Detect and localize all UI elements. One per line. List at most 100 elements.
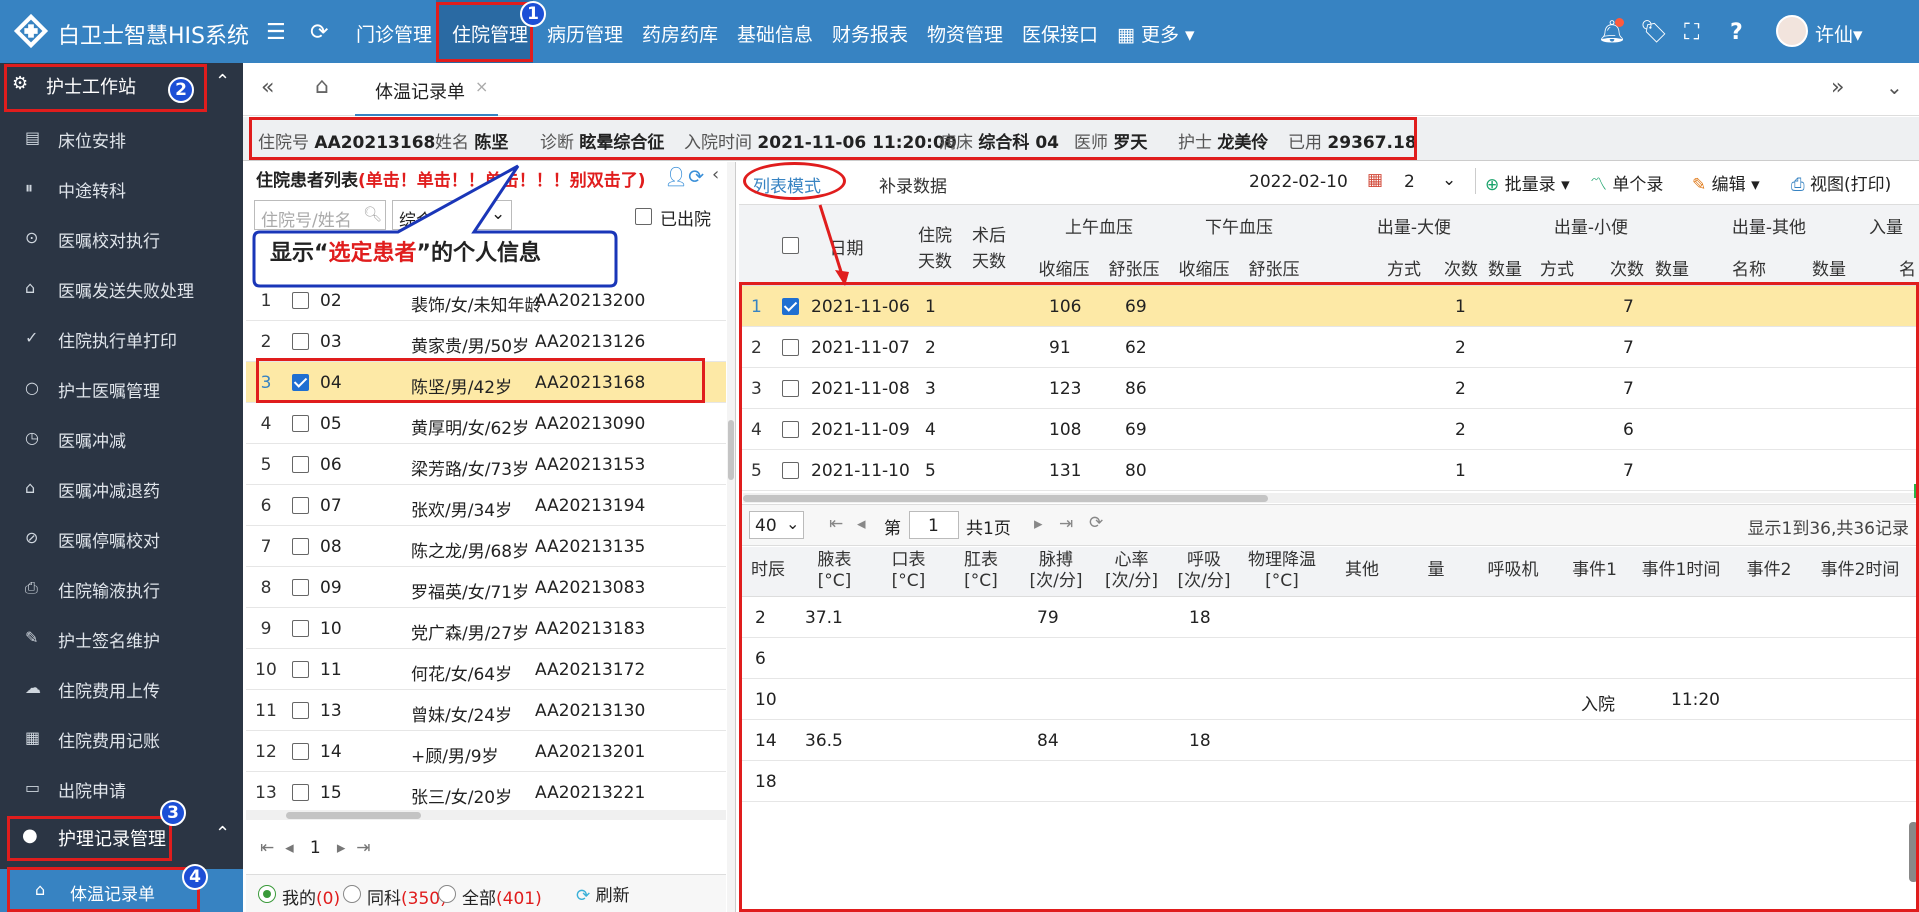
sidebar-item-offset-return[interactable]: ⌂ 医嘱冲减退药 xyxy=(0,463,243,513)
v-scrollbar[interactable] xyxy=(727,162,735,912)
menu-finance[interactable]: 财务报表 xyxy=(832,20,908,47)
filter-dept-radio[interactable] xyxy=(343,885,361,903)
col-pm-dia: 舒张压 xyxy=(1248,260,1300,280)
patient-row[interactable]: 12 14 +顾/男/9岁 AA20213201 xyxy=(246,731,726,772)
home-icon[interactable]: ⌂ xyxy=(315,74,329,99)
sidebar-item-label: 住院执行单打印 xyxy=(58,332,177,352)
printer-icon: ⎙ xyxy=(25,578,38,597)
tab-temperature[interactable]: 体温记录单 × xyxy=(355,63,498,116)
row-checkbox[interactable] xyxy=(292,538,309,555)
home-icon: ⌂ xyxy=(25,278,36,297)
row-checkbox[interactable] xyxy=(292,743,309,760)
row-checkbox[interactable] xyxy=(292,456,309,473)
sidebar-item-exec-print[interactable]: ✓ 住院执行单打印 xyxy=(0,313,243,363)
menu-more[interactable]: ▦ 更多 ▾ xyxy=(1117,20,1195,47)
patient-id: AA20213221 xyxy=(535,783,646,803)
user-sync-icon[interactable]: 👤︎⟳ xyxy=(664,165,704,188)
chevron-left-icon[interactable]: ‹ xyxy=(712,164,719,185)
sidebar-item-stop-check[interactable]: ⊘ 医嘱停嘱校对 xyxy=(0,513,243,563)
tag-icon[interactable]: 🏷︎ xyxy=(1640,20,1668,45)
document-icon: ▭ xyxy=(25,778,41,797)
patient-info: 黄家贵/男/50岁 xyxy=(411,337,530,357)
col-stool-amount: 数量 xyxy=(1488,260,1522,280)
sidebar-item-infusion[interactable]: ⎙ 住院输液执行 xyxy=(0,563,243,613)
patient-id: AA20213183 xyxy=(535,619,646,639)
patient-row[interactable]: 4 05 黄厚明/女/62岁 AA20213090 xyxy=(246,403,726,444)
patient-row[interactable]: 13 15 张三/女/20岁 AA20213221 xyxy=(246,772,726,810)
patient-info: 梁芳路/女/73岁 xyxy=(411,460,530,480)
menu-basic-info[interactable]: 基础信息 xyxy=(737,20,813,47)
row-number: 4 xyxy=(260,414,272,434)
row-checkbox[interactable] xyxy=(292,620,309,637)
sidebar-item-label: 医嘱校对执行 xyxy=(58,232,160,252)
sidebar-item-nurse-orders[interactable]: ○ 护士医嘱管理 xyxy=(0,363,243,413)
menu-insurance[interactable]: 医保接口 xyxy=(1022,20,1098,47)
patient-id: AA20213201 xyxy=(535,742,646,762)
row-number: 7 xyxy=(260,537,272,557)
row-checkbox[interactable] xyxy=(292,702,309,719)
patient-bed: 15 xyxy=(320,783,342,803)
refresh-icon[interactable]: ⟳ xyxy=(310,20,328,45)
double-chevron-left-icon[interactable]: « xyxy=(261,75,274,100)
patient-row[interactable]: 7 08 陈之龙/男/68岁 AA20213135 xyxy=(246,526,726,567)
row-checkbox[interactable] xyxy=(292,579,309,596)
row-checkbox[interactable] xyxy=(292,292,309,309)
filter-all-radio[interactable] xyxy=(438,885,456,903)
fullscreen-icon[interactable]: ⛶ xyxy=(1684,20,1699,45)
sidebar-item-fee-account[interactable]: ▦ 住院费用记账 xyxy=(0,713,243,763)
patient-row[interactable]: 5 06 梁芳路/女/73岁 AA20213153 xyxy=(246,444,726,485)
pager-left[interactable]: ⇤ ◂ 1 ▸ ⇥ xyxy=(260,838,370,858)
menu-pharmacy[interactable]: 药房药库 xyxy=(642,20,718,47)
sidebar-item-transfer[interactable]: ⏸ 中途转科 xyxy=(0,163,243,213)
patient-row[interactable]: 6 07 张欢/男/34岁 AA20213194 xyxy=(246,485,726,526)
row-number: 2 xyxy=(260,332,272,352)
discharged-checkbox[interactable] xyxy=(635,208,652,225)
sidebar-item-fee-upload[interactable]: ☁ 住院费用上传 xyxy=(0,663,243,713)
tab-supplement[interactable]: 补录数据 xyxy=(879,172,947,197)
sidebar-item-send-failed[interactable]: ⌂ 医嘱发送失败处理 xyxy=(0,263,243,313)
sidebar-item-label: 医嘱冲减 xyxy=(58,432,126,452)
view-print-button[interactable]: ⎙ 视图(打印) xyxy=(1791,170,1891,195)
row-checkbox[interactable] xyxy=(292,497,309,514)
menu-outpatient[interactable]: 门诊管理 xyxy=(356,20,432,47)
chevron-down-icon[interactable]: ⌄ xyxy=(1886,75,1903,99)
annotation-box-3 xyxy=(7,816,172,861)
sidebar-item-offset[interactable]: ◷ 医嘱冲减 xyxy=(0,413,243,463)
avatar[interactable] xyxy=(1776,15,1808,47)
patient-row[interactable]: 10 11 何花/女/64岁 AA20213172 xyxy=(246,649,726,690)
filter-mine-radio[interactable] xyxy=(258,885,276,903)
single-entry-button[interactable]: 〽 单个录 xyxy=(1590,170,1663,195)
row-checkbox[interactable] xyxy=(292,333,309,350)
menu-records[interactable]: 病历管理 xyxy=(547,20,623,47)
menu-toggle-icon[interactable]: ☰ xyxy=(266,20,286,45)
edit-button[interactable]: ✎ 编辑 ▾ xyxy=(1692,170,1760,195)
patient-row[interactable]: 8 09 罗福英/女/71岁 AA20213083 xyxy=(246,567,726,608)
patient-row[interactable]: 9 10 党广森/男/27岁 AA20213183 xyxy=(246,608,726,649)
batch-entry-button[interactable]: ⊕ 批量录 ▾ xyxy=(1485,170,1570,195)
date-picker[interactable]: 2022-02-10 ▦ xyxy=(1249,167,1397,197)
sidebar-item-bed[interactable]: ▤ 床位安排 xyxy=(0,113,243,163)
patient-row[interactable]: 2 03 黄家贵/男/50岁 AA20213126 xyxy=(246,321,726,362)
patient-info: 曾妹/女/24岁 xyxy=(411,706,513,726)
menu-materials[interactable]: 物资管理 xyxy=(927,20,1003,47)
help-icon[interactable]: ? xyxy=(1730,20,1743,45)
refresh-button[interactable]: ⟳ 刷新 xyxy=(576,881,630,906)
app-logo-icon xyxy=(13,13,49,49)
close-icon[interactable]: × xyxy=(475,77,488,96)
row-checkbox[interactable] xyxy=(292,661,309,678)
row-checkbox[interactable] xyxy=(292,784,309,801)
row-checkbox[interactable] xyxy=(292,415,309,432)
sidebar-item-signature[interactable]: ✎ 护士签名维护 xyxy=(0,613,243,663)
double-chevron-right-icon[interactable]: » xyxy=(1831,75,1844,100)
patient-info: 张三/女/20岁 xyxy=(411,788,513,808)
user-menu[interactable]: 许仙▾ xyxy=(1815,20,1863,47)
patient-row[interactable]: 11 13 曾妹/女/24岁 AA20213130 xyxy=(246,690,726,731)
sidebar-item-order-check[interactable]: ⊙ 医嘱校对执行 xyxy=(0,213,243,263)
select-all-checkbox[interactable] xyxy=(782,237,799,254)
sidebar-item-discharge[interactable]: ▭ 出院申请 xyxy=(0,763,243,813)
col-urine-method: 方式 xyxy=(1540,260,1574,280)
count-select[interactable]: 2 ⌄ xyxy=(1394,167,1464,197)
col-pm-bp: 下午血压 xyxy=(1205,218,1273,238)
filter-dept-label: 同科(350) xyxy=(367,889,447,909)
h-scrollbar[interactable] xyxy=(246,810,726,820)
